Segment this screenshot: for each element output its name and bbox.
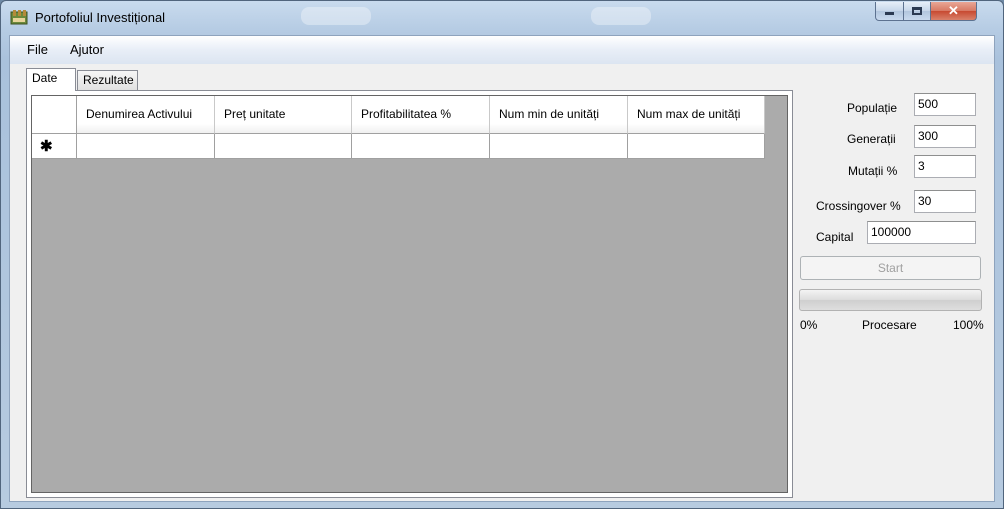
maximize-button[interactable]: [904, 2, 931, 21]
populatie-label: Populație: [847, 101, 898, 115]
main-window: Portofoliul Investițional ✕ File Ajutor …: [0, 0, 1004, 509]
cell-num-min[interactable]: [490, 134, 628, 159]
column-header-num-min[interactable]: Num min de unități: [490, 96, 628, 134]
generatii-input[interactable]: 300: [914, 125, 976, 148]
window-title: Portofoliul Investițional: [35, 10, 166, 25]
close-icon: ✕: [948, 3, 959, 18]
progress-min-label: 0%: [800, 318, 818, 332]
menu-file[interactable]: File: [27, 42, 48, 57]
generatii-label: Generații: [847, 132, 896, 146]
column-header-profitabilitatea[interactable]: Profitabilitatea %: [352, 96, 490, 134]
new-row-marker-icon[interactable]: ✱: [32, 134, 77, 159]
crossingover-input[interactable]: 30: [914, 190, 976, 213]
crossingover-label: Crossingover %: [816, 199, 901, 213]
app-icon: [10, 10, 28, 25]
progress-bar: [799, 289, 982, 311]
column-header-num-max[interactable]: Num max de unități: [628, 96, 765, 134]
progress-max-label: 100%: [953, 318, 984, 332]
minimize-icon: [885, 12, 894, 15]
cell-pret[interactable]: [215, 134, 352, 159]
menu-help[interactable]: Ajutor: [70, 42, 104, 57]
background-glow: [591, 7, 651, 25]
progress-status-label: Procesare: [862, 318, 917, 332]
menu-bar: File Ajutor: [10, 36, 994, 64]
tab-rezultate[interactable]: Rezultate: [77, 70, 138, 90]
populatie-input[interactable]: 500: [914, 93, 976, 116]
cell-profitabilitatea[interactable]: [352, 134, 490, 159]
table-row: ✱: [32, 134, 765, 159]
title-bar[interactable]: Portofoliul Investițional ✕: [1, 1, 1003, 35]
minimize-button[interactable]: [875, 2, 904, 21]
start-button[interactable]: Start: [800, 256, 981, 280]
grid-header: Denumirea Activului Preț unitate Profita…: [32, 96, 765, 134]
capital-label: Capital: [816, 230, 854, 244]
assets-grid[interactable]: Denumirea Activului Preț unitate Profita…: [31, 95, 788, 493]
background-glow: [301, 7, 371, 25]
capital-input[interactable]: 100000: [867, 221, 976, 244]
client-area: File Ajutor Date Rezultate Denumirea Act…: [9, 35, 995, 502]
close-button[interactable]: ✕: [931, 2, 977, 21]
cell-num-max[interactable]: [628, 134, 765, 159]
column-header-pret[interactable]: Preț unitate: [215, 96, 352, 134]
mutatii-input[interactable]: 3: [914, 155, 976, 178]
mutatii-label: Mutații %: [848, 164, 898, 178]
maximize-icon: [912, 7, 922, 15]
grid-corner[interactable]: [32, 96, 77, 134]
column-header-denumirea[interactable]: Denumirea Activului: [77, 96, 215, 134]
tab-date[interactable]: Date: [26, 68, 76, 91]
cell-denumirea[interactable]: [77, 134, 215, 159]
tab-page-date: Denumirea Activului Preț unitate Profita…: [26, 90, 793, 498]
